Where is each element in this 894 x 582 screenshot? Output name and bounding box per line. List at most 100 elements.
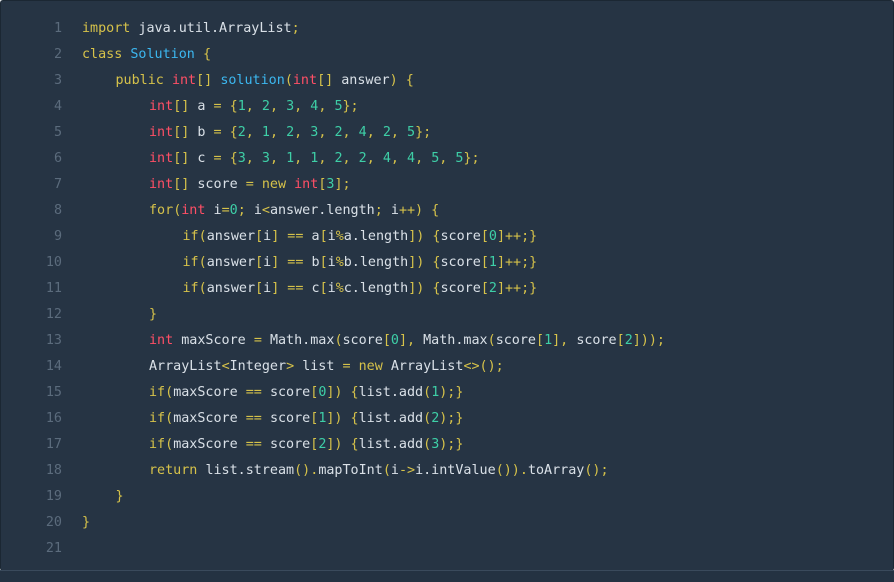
code-token: java.util.ArrayList — [138, 21, 292, 36]
code-token: ( — [165, 437, 174, 452]
code-token: i — [327, 255, 336, 270]
code-line[interactable]: 5 int[] b = {2, 1, 2, 3, 2, 4, 2, 5}; — [1, 120, 893, 146]
line-number: 4 — [53, 99, 62, 114]
code-token: [ — [319, 281, 328, 296]
code-text: import java.util.ArrayList; — [82, 16, 300, 42]
line-number: 1 — [53, 21, 62, 36]
code-token: list — [302, 359, 343, 374]
code-token: ] == — [271, 229, 312, 244]
code-line[interactable]: 21 — [1, 536, 893, 562]
code-line[interactable]: 16 if(maxScore == score[1]) {list.add(2);… — [1, 406, 893, 432]
code-token: new — [261, 177, 295, 192]
code-token: i — [390, 203, 399, 218]
code-line[interactable]: 17 if(maxScore == score[2]) {list.add(3);… — [1, 432, 893, 458]
code-token: 3 — [261, 151, 270, 166]
code-line[interactable]: 13 int maxScore = Math.max(score[0], Math… — [1, 328, 893, 354]
code-token: c — [197, 151, 214, 166]
code-token: ]) { — [408, 229, 441, 244]
code-text: } — [149, 302, 157, 328]
code-token: = — [221, 203, 230, 218]
code-token: list.add — [358, 411, 424, 426]
code-token: list.stream — [205, 463, 295, 478]
code-text: return list.stream().mapToInt(i->i.intVa… — [149, 458, 609, 484]
code-token: i — [213, 203, 222, 218]
code-token: [] — [173, 177, 198, 192]
code-line[interactable]: 18 return list.stream().mapToInt(i->i.int… — [1, 458, 893, 484]
code-text: int[] c = {3, 3, 1, 1, 2, 2, 4, 4, 5, 5}… — [149, 146, 480, 172]
code-token: int — [149, 125, 174, 140]
code-token: list.add — [358, 437, 424, 452]
code-token: ( — [165, 385, 174, 400]
code-token: c — [311, 281, 320, 296]
line-number: 16 — [45, 411, 62, 426]
code-token: 2 — [334, 125, 343, 140]
line-number: 21 — [45, 541, 62, 556]
code-token: [ — [480, 255, 489, 270]
code-token: mapToInt — [318, 463, 383, 478]
code-token: );} — [439, 385, 464, 400]
code-token: i — [327, 229, 336, 244]
code-token: [] — [196, 73, 221, 88]
line-number: 6 — [53, 151, 62, 166]
code-token: score — [440, 255, 481, 270]
code-editor[interactable]: 1 import java.util.ArrayList; 2 class Solut… — [0, 0, 894, 571]
code-token: b.length — [343, 255, 409, 270]
code-token: Math.max — [269, 333, 335, 348]
code-token: ]) { — [408, 281, 441, 296]
code-line[interactable]: 10 if(answer[i] == b[i%b.length]) {score[… — [1, 250, 893, 276]
code-line[interactable]: 9 if(answer[i] == a[i%a.length]) {score[0… — [1, 224, 893, 250]
code-token: answer — [206, 255, 256, 270]
line-number: 14 — [45, 359, 62, 374]
code-token: [ — [319, 229, 328, 244]
code-token: , — [318, 151, 335, 166]
code-token: ] == — [271, 255, 312, 270]
code-line[interactable]: 8 for(int i=0; i<answer.length; i++) { — [1, 198, 893, 224]
code-token: [ — [480, 229, 489, 244]
code-line[interactable]: 1 import java.util.ArrayList; — [1, 16, 893, 42]
code-token: 1 — [544, 333, 553, 348]
code-token: = { — [213, 99, 238, 114]
line-number: 15 — [45, 385, 62, 400]
code-token: = — [245, 177, 262, 192]
code-token: i — [327, 281, 336, 296]
code-token: 3 — [286, 99, 295, 114]
code-token: = { — [213, 151, 238, 166]
code-line[interactable]: 15 if(maxScore == score[0]) {list.add(1);… — [1, 380, 893, 406]
code-token: (); — [584, 463, 609, 478]
code-line[interactable]: 20} — [1, 510, 893, 536]
code-token: ]) { — [408, 255, 441, 270]
code-token: int — [171, 73, 197, 88]
code-line[interactable]: 11 if(answer[i] == c[i%c.length]) {score[… — [1, 276, 893, 302]
code-token: [] — [317, 73, 342, 88]
code-line[interactable]: 14 ArrayList<Integer> list = new ArrayLis… — [1, 354, 893, 380]
code-area[interactable]: 1 import java.util.ArrayList; 2 class Solut… — [1, 16, 893, 562]
line-number: 20 — [45, 515, 62, 530]
code-token: b — [311, 255, 320, 270]
code-line[interactable]: 12} — [1, 302, 893, 328]
code-text: } — [82, 510, 90, 536]
code-token: ]) { — [326, 385, 359, 400]
code-text: ArrayList<Integer> list = new ArrayList<… — [149, 354, 504, 380]
code-token: }; — [342, 99, 359, 114]
code-token: Solution — [130, 47, 195, 62]
code-token: } — [149, 307, 158, 322]
line-number: 17 — [45, 437, 62, 452]
code-token: import — [82, 21, 139, 36]
code-line[interactable]: 19} — [1, 484, 893, 510]
code-line[interactable]: 2 class Solution { — [1, 42, 893, 68]
code-token: ; — [291, 21, 300, 36]
code-token: answer — [341, 73, 390, 88]
line-number: 12 — [45, 307, 62, 322]
code-token: [] — [173, 99, 198, 114]
code-line[interactable]: 6 int[] c = {3, 3, 1, 1, 2, 2, 4, 4, 5, 5… — [1, 146, 893, 172]
code-token: a — [197, 99, 214, 114]
code-token: <>(); — [463, 359, 504, 374]
code-line[interactable]: 3 public int[] solution(int[] answer) { — [1, 68, 893, 94]
code-line[interactable]: 7 int[] score = new int[3]; — [1, 172, 893, 198]
code-token: int — [149, 333, 182, 348]
code-token: 4 — [358, 125, 367, 140]
line-number: 11 — [45, 281, 62, 296]
code-token: score — [197, 177, 246, 192]
code-token: 1 — [286, 151, 295, 166]
code-line[interactable]: 4 int[] a = {1, 2, 3, 4, 5}; — [1, 94, 893, 120]
